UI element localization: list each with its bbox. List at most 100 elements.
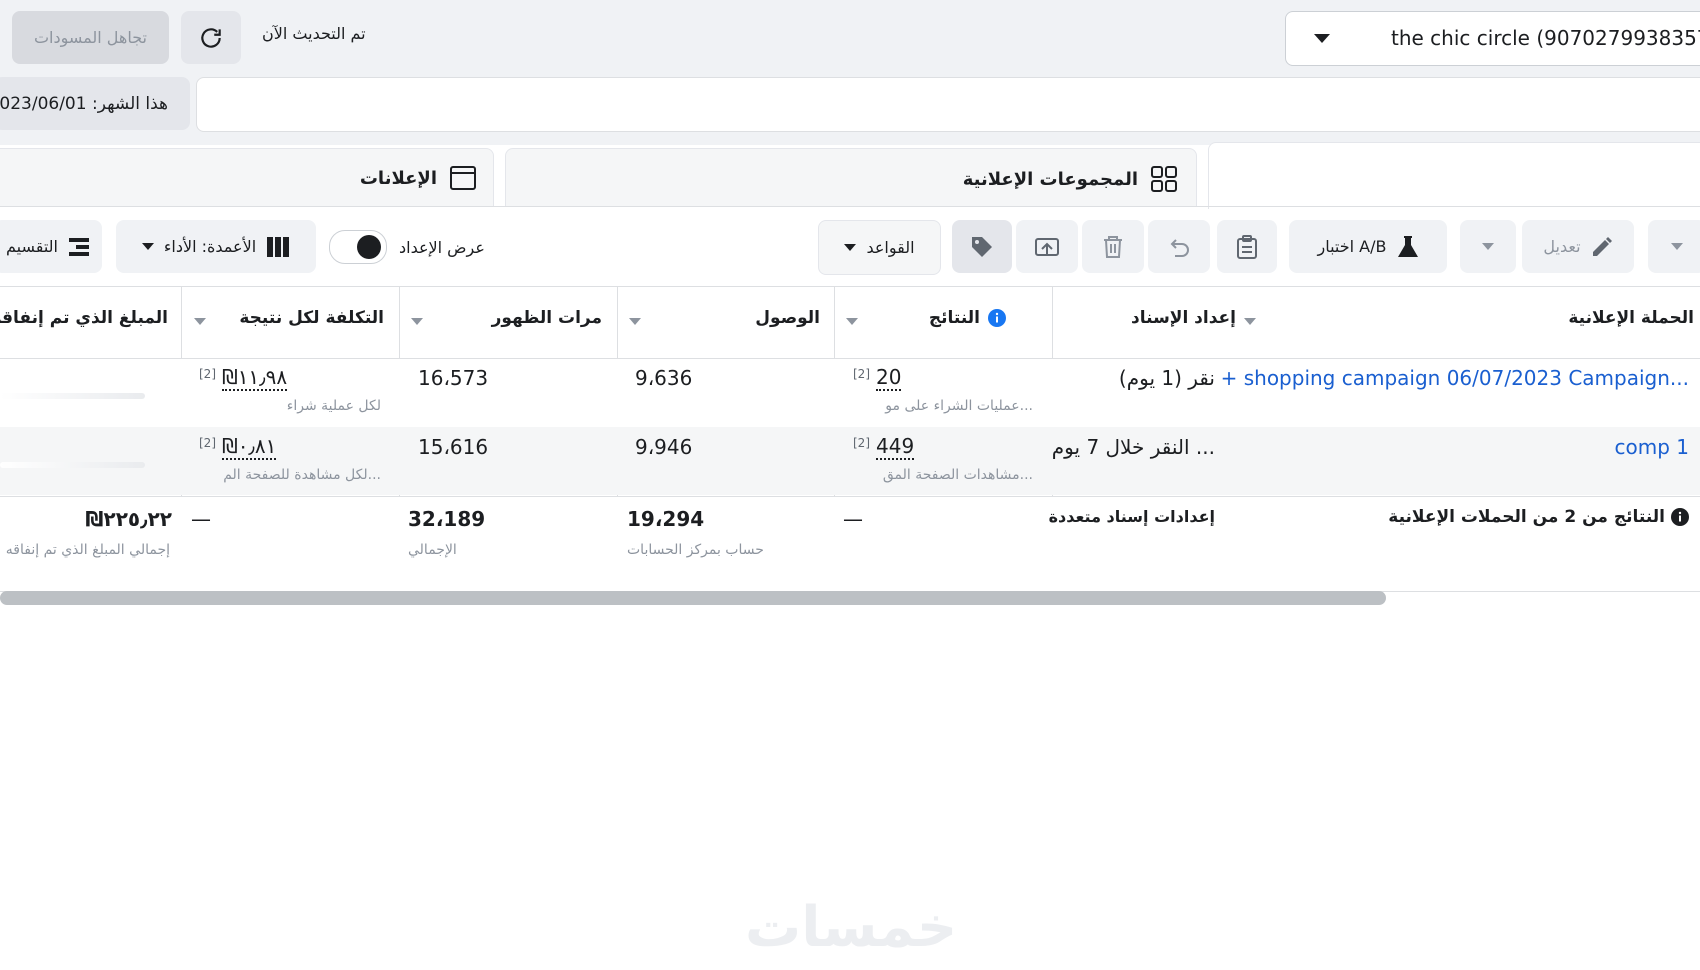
column-header-amount-spent[interactable]: المبلغ الذي تم إنفاقه [0,308,168,328]
cost-total: — [191,507,211,531]
tab-adsets-label: المجموعات الإعلانية [962,168,1138,190]
sort-caret-icon[interactable] [1244,318,1256,325]
toggle-knob [357,235,381,259]
reach-value: 9،636 [635,366,693,390]
export-icon [1035,237,1059,256]
flask-icon [1397,235,1418,257]
edit-button[interactable]: تعديل [1522,220,1634,273]
ab-test-label: اختبار A/B [1317,237,1387,256]
columns-selector[interactable]: الأعمدة: الأداء [116,220,316,273]
columns-icon [267,236,290,257]
trash-icon [1104,235,1122,258]
tab-adsets[interactable]: المجموعات الإعلانية [505,148,1197,207]
duplicate-button[interactable] [1217,220,1277,273]
ad-icon [450,166,476,190]
spent-sub-label: إجمالي المبلغ الذي تم إنفاقه [5,542,170,558]
create-dropdown[interactable] [1648,220,1700,273]
impressions-value: 16،573 [418,366,489,390]
chevron-down-icon [844,244,857,251]
breakdown-label: التقسيم [6,237,58,256]
spent-bar [0,462,145,468]
more-actions-dropdown[interactable] [1460,220,1516,273]
cost-value: ₪٠٫٨١ [222,434,277,460]
chevron-down-icon [1482,243,1494,250]
divider [0,206,1700,207]
breakdown-icon [69,237,89,256]
reach-sub-label: حساب بمركز الحسابات [627,542,764,558]
sort-caret-icon[interactable] [629,318,641,325]
results-sub-label: مشاهدات الصفحة المق... [882,467,1033,483]
results-value[interactable]: 20 [876,365,902,391]
rules-label: القواعد [866,238,915,257]
rules-dropdown[interactable]: القواعد [818,220,941,275]
tag-button[interactable] [952,220,1012,273]
campaign-name-link[interactable]: comp 1 [1615,435,1690,459]
tab-ads[interactable]: الإعلانات [0,148,494,207]
footnote-marker: [2] [199,367,216,381]
cost-value: ₪١١٫٩٨ [222,365,288,391]
column-header-impressions[interactable]: مرات الظهور [492,308,602,328]
footnote-marker: [2] [853,367,870,381]
account-name: the chic circle (907027993835761) [1391,26,1700,50]
columns-label: الأعمدة: الأداء [163,237,257,256]
results-total: — [843,507,863,531]
table-top-border [0,286,1700,287]
grid-icon [1151,166,1177,192]
view-setup-toggle[interactable] [329,230,387,264]
column-header-results[interactable]: النتائج [929,308,1006,328]
date-range-label: هذا الشهر: 2023/06/01 [0,93,168,114]
column-header-cost-per-result[interactable]: التكلفة لكل نتيجة [239,308,384,328]
campaign-name-link[interactable]: + shopping campaign 06/07/2023 Campaign.… [1221,366,1689,390]
chevron-down-icon [1314,34,1330,43]
attribution-value: نقر (1 يوم) [1118,366,1215,390]
watermark-logo: خمسات [745,895,958,960]
attribution-total: إعدادات إسناد متعددة [1048,507,1215,526]
spent-total: ₪٢٢٥٫٢٢ [85,507,172,531]
chevron-down-icon [141,243,154,250]
cost-sub-label: لكل عملية شراء [286,398,381,414]
view-setup-toggle-group: عرض الإعداد [329,230,485,264]
updated-status: تم التحديث الآن [262,24,366,43]
chevron-down-icon [1671,243,1683,250]
results-header-label: النتائج [928,308,980,328]
info-icon[interactable] [988,309,1006,327]
reach-value: 9،946 [635,435,693,459]
sort-caret-icon[interactable] [194,318,206,325]
ab-test-button[interactable]: اختبار A/B [1289,220,1447,273]
sort-caret-icon[interactable] [846,318,858,325]
column-header-campaign[interactable]: الحملة الإعلانية [1568,308,1694,328]
search-filter-bar[interactable] [196,77,1700,132]
footnote-marker: [2] [853,436,870,450]
undo-button[interactable] [1148,220,1210,273]
refresh-icon [201,27,221,48]
reach-total: 19،294 [627,507,705,531]
footnote-marker: [2] [199,436,216,450]
pencil-icon [1592,236,1612,256]
export-button[interactable] [1016,220,1078,273]
account-selector[interactable]: the chic circle (907027993835761) [1285,11,1700,66]
column-header-attribution[interactable]: إعداد الإسناد [1131,308,1236,328]
tab-ads-label: الإعلانات [359,167,437,189]
cost-sub-label: لكل مشاهدة للصفحة الم... [223,467,381,483]
attribution-value: النقر خلال 7 يوم ... [1051,435,1215,459]
column-header-reach[interactable]: الوصول [755,308,820,328]
info-icon[interactable] [1671,508,1689,526]
tab-campaigns[interactable] [1208,142,1700,209]
clipboard-icon [1237,234,1257,259]
tag-icon [972,236,992,257]
horizontal-scrollbar[interactable] [0,591,1386,605]
sort-caret-icon[interactable] [411,318,423,325]
breakdown-button[interactable]: التقسيم [0,220,102,273]
results-sub-label: عمليات الشراء على مو... [885,398,1033,414]
impressions-total: 32،189 [408,507,486,531]
totals-label: النتائج من 2 من الحملات الإعلانية [1388,507,1689,527]
refresh-button[interactable] [181,11,241,64]
discard-drafts-button[interactable]: تجاهل المسودات [12,11,169,64]
delete-button[interactable] [1082,220,1144,273]
impressions-sub-label: الإجمالي [408,542,457,558]
impressions-value: 15،616 [418,435,489,459]
undo-icon [1170,238,1189,257]
view-setup-label: عرض الإعداد [399,237,485,257]
results-value[interactable]: 449 [876,434,915,460]
date-range-picker[interactable]: هذا الشهر: 2023/06/01 [0,77,190,130]
